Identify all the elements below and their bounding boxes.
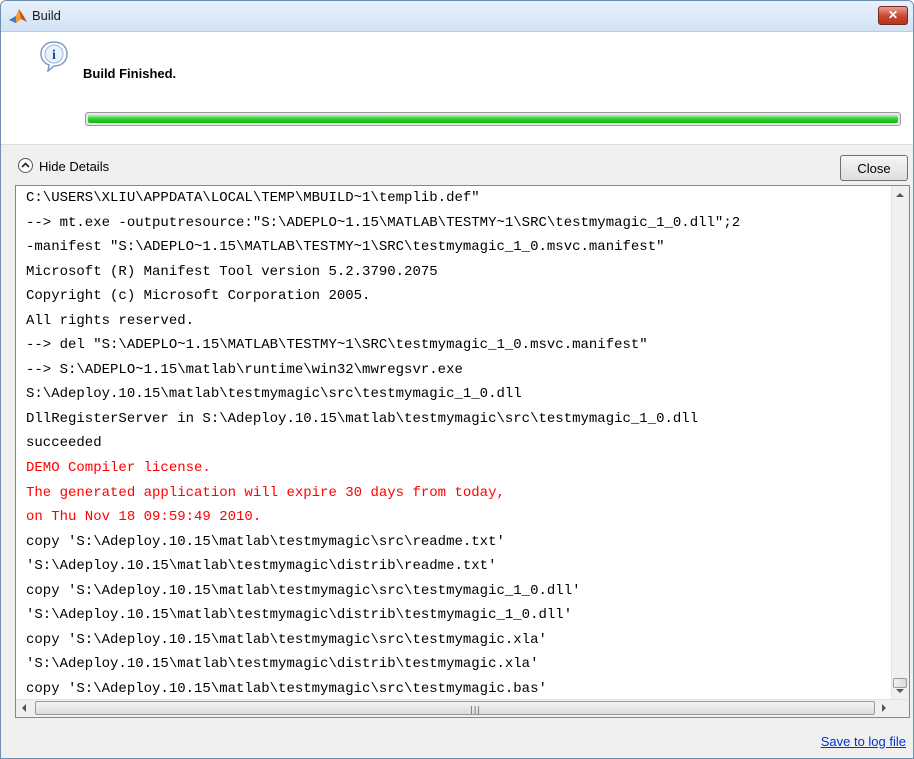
log-line: Copyright (c) Microsoft Corporation 2005…	[26, 288, 371, 305]
log-line: --> mt.exe -outputresource:"S:\ADEPLO~1.…	[26, 214, 741, 231]
scroll-left-icon[interactable]	[21, 704, 26, 712]
log-line: succeeded	[26, 435, 102, 452]
log-line: C:\USERS\XLIU\APPDATA\LOCAL\TEMP\MBUILD~…	[26, 190, 480, 206]
chevron-up-icon[interactable]	[18, 158, 33, 173]
grip-icon: |||	[470, 705, 482, 714]
log-line: 'S:\Adeploy.10.15\matlab\testmymagic\dis…	[26, 656, 539, 673]
save-to-log-file-link[interactable]: Save to log file	[821, 734, 906, 749]
details-toolbar: Hide Details Close	[1, 145, 913, 185]
log-line: All rights reserved.	[26, 312, 195, 329]
progress-fill	[88, 115, 898, 123]
horizontal-scrollbar[interactable]: |||	[16, 699, 909, 717]
log-line: on Thu Nov 18 09:59:49 2010.	[26, 509, 262, 526]
close-icon[interactable]: ✕	[878, 6, 908, 25]
log-line: DEMO Compiler license.	[26, 460, 211, 477]
horizontal-scroll-thumb[interactable]: |||	[35, 701, 875, 715]
log-line: The generated application will expire 30…	[26, 484, 505, 501]
progress-bar	[85, 112, 901, 126]
scroll-up-icon[interactable]	[896, 192, 904, 197]
build-log[interactable]: C:\USERS\XLIU\APPDATA\LOCAL\TEMP\MBUILD~…	[15, 185, 910, 718]
log-line: 'S:\Adeploy.10.15\matlab\testmymagic\dis…	[26, 607, 573, 624]
build-dialog: Build ✕ i Build Finished. Hide Details C…	[0, 0, 914, 759]
info-icon: i	[39, 40, 69, 73]
close-button[interactable]: Close	[840, 155, 908, 181]
log-line: -manifest "S:\ADEPLO~1.15\MATLAB\TESTMY~…	[26, 239, 665, 256]
window-title: Build	[32, 8, 61, 23]
svg-text:i: i	[52, 48, 56, 63]
hide-details-toggle[interactable]: Hide Details	[39, 159, 109, 174]
status-area: i Build Finished.	[1, 32, 913, 144]
title-bar[interactable]: Build ✕	[1, 1, 913, 32]
log-line: Microsoft (R) Manifest Tool version 5.2.…	[26, 263, 438, 280]
log-lines: C:\USERS\XLIU\APPDATA\LOCAL\TEMP\MBUILD~…	[26, 186, 888, 701]
log-line: 'S:\Adeploy.10.15\matlab\testmymagic\dis…	[26, 558, 497, 575]
log-line: DllRegisterServer in S:\Adeploy.10.15\ma…	[26, 410, 699, 427]
scroll-right-icon[interactable]	[882, 704, 887, 712]
vertical-scrollbar[interactable]	[891, 186, 909, 700]
status-message: Build Finished.	[83, 66, 177, 81]
log-line: --> del "S:\ADEPLO~1.15\MATLAB\TESTMY~1\…	[26, 337, 648, 354]
scroll-down-icon[interactable]	[896, 689, 904, 694]
log-line: copy 'S:\Adeploy.10.15\matlab\testmymagi…	[26, 680, 547, 697]
log-line: S:\Adeploy.10.15\matlab\testmymagic\src\…	[26, 386, 522, 403]
log-line: copy 'S:\Adeploy.10.15\matlab\testmymagi…	[26, 533, 505, 550]
log-line: copy 'S:\Adeploy.10.15\matlab\testmymagi…	[26, 582, 581, 599]
log-line: --> S:\ADEPLO~1.15\matlab\runtime\win32\…	[26, 361, 463, 378]
vertical-scroll-thumb[interactable]	[893, 678, 907, 688]
log-line: copy 'S:\Adeploy.10.15\matlab\testmymagi…	[26, 631, 547, 648]
matlab-logo-icon	[8, 7, 28, 25]
